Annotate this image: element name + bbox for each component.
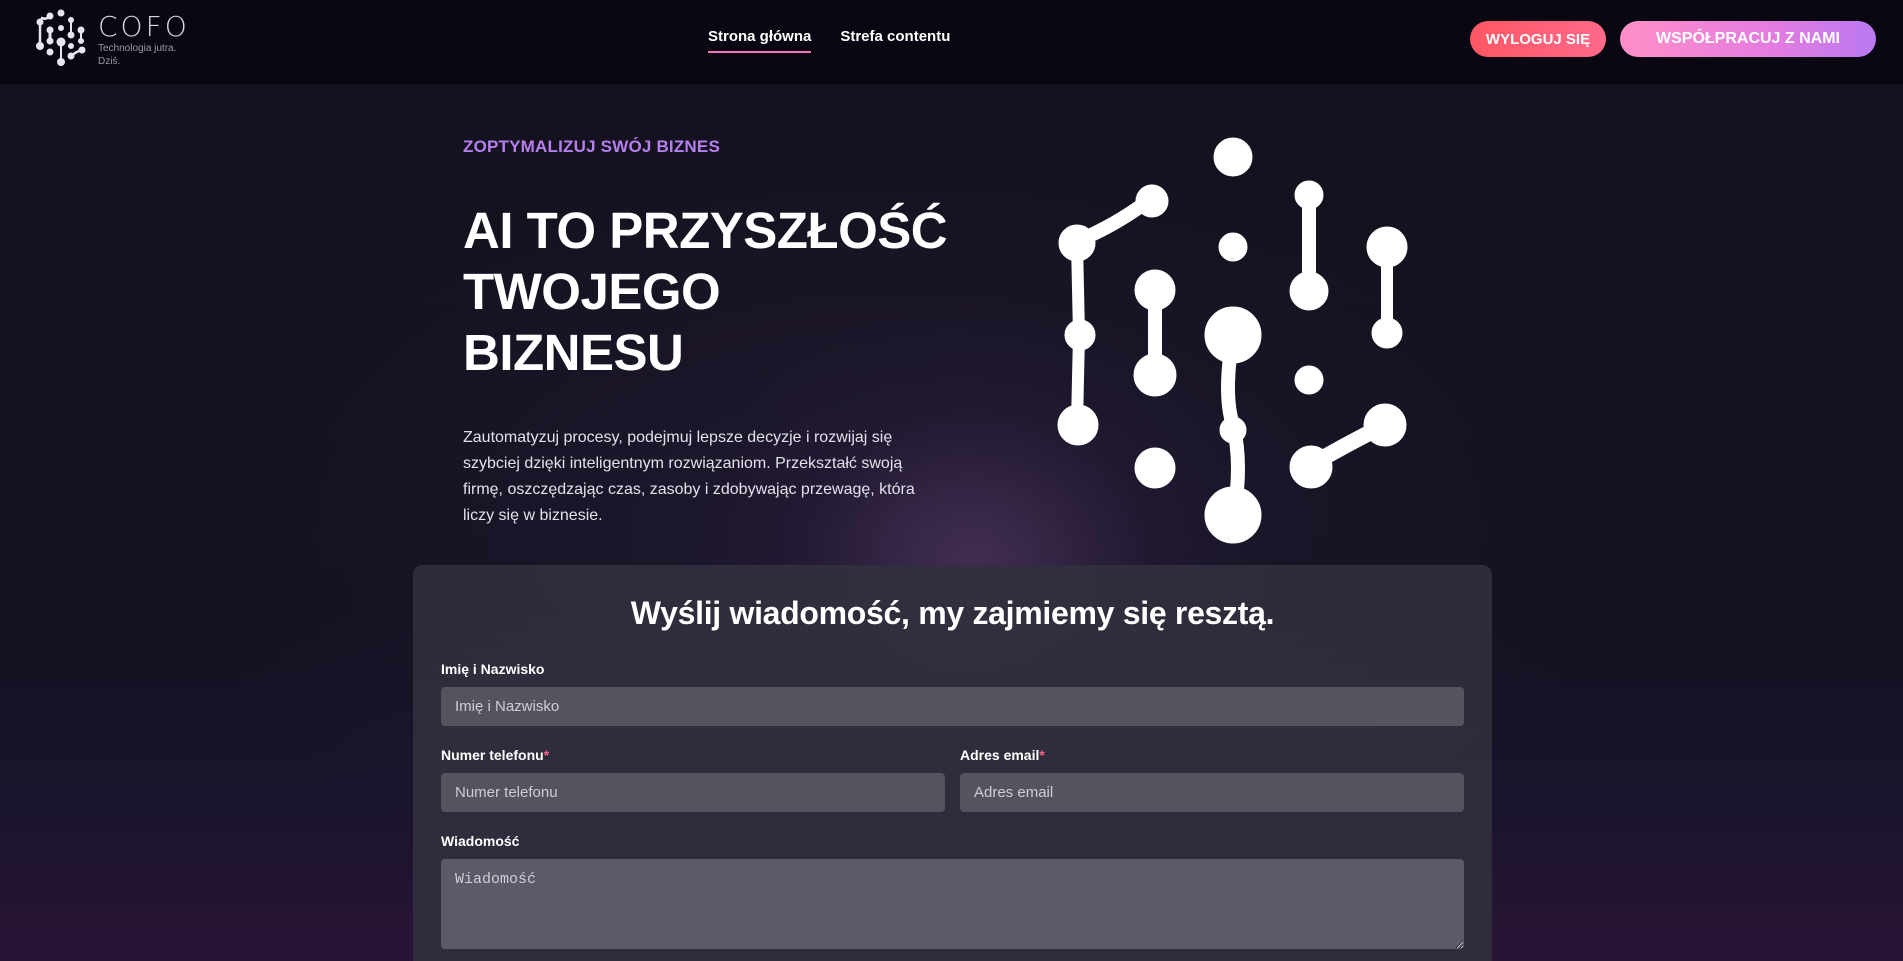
molecule-network-icon bbox=[1057, 137, 1408, 544]
hero-title: AI TO PRZYSZŁOŚĆ TWOJEGO BIZNESU bbox=[463, 200, 983, 383]
email-label: Adres email* bbox=[960, 747, 1045, 763]
required-mark: * bbox=[543, 747, 550, 763]
message-textarea[interactable] bbox=[441, 859, 1464, 949]
phone-label-text: Numer telefonu bbox=[441, 747, 544, 763]
logo[interactable]: COFO Technologia jutra. Dziś. bbox=[32, 8, 192, 72]
logo-tagline-2: Dziś. bbox=[98, 56, 121, 67]
hero-title-line: BIZNESU bbox=[463, 324, 684, 381]
molecule-network-icon bbox=[36, 9, 86, 66]
logout-button[interactable]: WYLOGUJ SIĘ bbox=[1470, 21, 1606, 57]
name-input[interactable] bbox=[441, 687, 1464, 726]
email-label-text: Adres email bbox=[960, 747, 1040, 763]
form-title: Wyślij wiadomość, my zajmiemy się resztą… bbox=[630, 595, 1275, 631]
hero-title-line: TWOJEGO bbox=[463, 263, 721, 320]
main-nav: Strona główna Strefa contentu bbox=[708, 28, 950, 53]
hero-title-line: AI TO PRZYSZŁOŚĆ bbox=[463, 202, 948, 259]
logo-tagline: Technologia jutra. bbox=[98, 43, 177, 54]
site-header: COFO Technologia jutra. Dziś. Strona głó… bbox=[0, 0, 1903, 84]
hero-eyebrow: ZOPTYMALIZUJ SWÓJ BIZNES bbox=[463, 137, 720, 156]
email-input[interactable] bbox=[960, 773, 1464, 812]
cooperate-button[interactable]: WSPÓŁPRACUJ Z NAMI bbox=[1620, 21, 1876, 57]
contact-form-card: Wyślij wiadomość, my zajmiemy się resztą… bbox=[413, 565, 1492, 961]
required-mark: * bbox=[1039, 747, 1045, 763]
hero-description: Zautomatyzuj procesy, podejmuj lepsze de… bbox=[463, 429, 915, 524]
phone-label: Numer telefonu* bbox=[441, 747, 549, 763]
nav-link-content-zone[interactable]: Strefa contentu bbox=[840, 28, 950, 53]
nav-link-home[interactable]: Strona główna bbox=[708, 28, 812, 53]
phone-input[interactable] bbox=[441, 773, 945, 812]
logo-name: COFO bbox=[98, 10, 190, 43]
message-label: Wiadomość bbox=[441, 833, 520, 849]
name-label: Imię i Nazwisko bbox=[441, 661, 545, 677]
logo-text: COFO Technologia jutra. Dziś. bbox=[98, 10, 190, 68]
